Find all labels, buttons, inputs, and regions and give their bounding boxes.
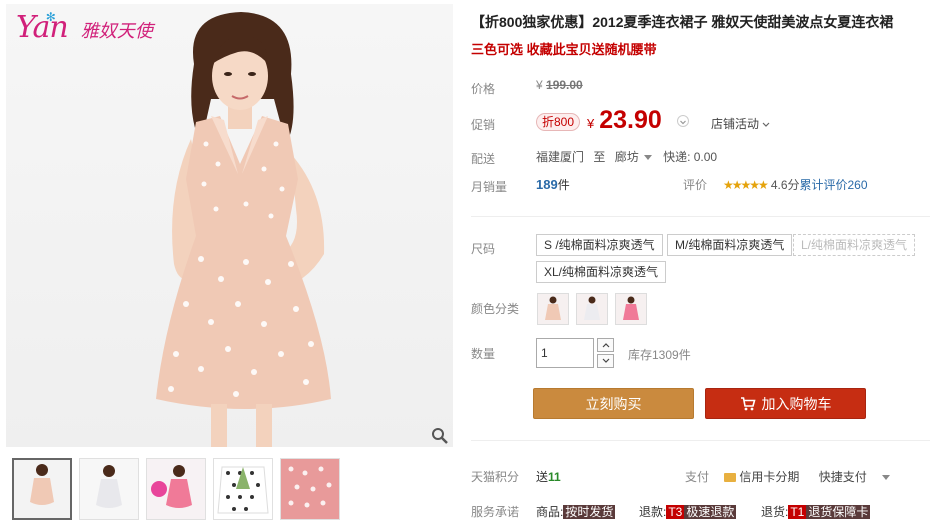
divider xyxy=(471,440,930,441)
product-title: 【折800独家优惠】2012夏季连衣裙子 雅奴天使甜美波点女夏连衣裙 xyxy=(471,14,894,30)
stock-count: 库存1309件 xyxy=(628,348,691,362)
monthly-sales-unit: 件 xyxy=(557,178,570,192)
zoom-magnifier-icon[interactable] xyxy=(431,427,449,445)
payment-options: 支付 信用卡分期 快捷支付 xyxy=(685,468,891,485)
credit-card-icon xyxy=(724,473,737,482)
service-item-delivery[interactable]: 商品: 按时发货 xyxy=(536,503,616,520)
size-option-l: L/纯棉面料凉爽透气 xyxy=(793,234,916,256)
shipping-info: 福建厦门 至 廊坊 快递: 0.00 xyxy=(536,148,717,165)
product-info-panel: 【折800独家优惠】2012夏季连衣裙子 雅奴天使甜美波点女夏连衣裙 三色可选 … xyxy=(471,0,930,527)
service-prefix: 退货: xyxy=(761,505,789,519)
monthly-sales: 189件 xyxy=(536,176,570,193)
points-number: 11 xyxy=(548,470,561,484)
color-swatch-rose[interactable] xyxy=(615,293,647,325)
quantity-input[interactable] xyxy=(536,338,594,368)
service-item-return[interactable]: 退货: T1 退货保障卡 xyxy=(761,503,871,520)
destination-dropdown-icon[interactable] xyxy=(643,154,652,160)
add-to-cart-button[interactable]: 加入购物车 xyxy=(705,388,866,419)
current-price: ¥23.90 xyxy=(587,106,662,135)
shipping-from: 福建厦门 xyxy=(536,150,585,164)
buy-now-button[interactable]: 立刻购买 xyxy=(533,388,694,419)
store-promo-dropdown[interactable]: 店铺活动 xyxy=(711,115,770,132)
store-promo-label: 店铺活动 xyxy=(711,117,760,131)
zhe800-badge: 折800 xyxy=(536,113,581,131)
product-subtitle: 三色可选 收藏此宝贝送随机腰带 xyxy=(471,42,657,57)
credit-installment-label: 信用卡分期 xyxy=(739,470,800,484)
rating-stars-icon: ★★★★★ xyxy=(723,178,769,192)
logo-cn-text: 雅奴天使 xyxy=(80,21,153,41)
size-option-xl[interactable]: XL/纯棉面料凉爽透气 xyxy=(536,261,667,283)
service-prefix: 商品: xyxy=(536,505,564,519)
promo-label: 促销 xyxy=(471,118,496,132)
color-swatch-white[interactable] xyxy=(576,293,608,325)
size-option-m[interactable]: M/纯棉面料凉爽透气 xyxy=(667,234,793,256)
divider xyxy=(471,216,930,217)
original-price-value: 199.00 xyxy=(546,78,583,92)
rating-score: 4.6分 xyxy=(770,178,800,192)
service-tag-code: T3 xyxy=(666,505,685,519)
current-price-currency: ¥ xyxy=(587,116,595,131)
add-to-cart-label: 加入购物车 xyxy=(761,395,832,412)
thumbnail-4[interactable] xyxy=(213,458,273,520)
original-price-currency: ¥ xyxy=(536,78,543,92)
thumbnail-5[interactable] xyxy=(280,458,340,520)
chevron-down-icon xyxy=(762,122,770,127)
quantity-increase-button[interactable] xyxy=(597,338,614,352)
product-gallery: Yan ✻ 雅奴天使 xyxy=(0,0,455,527)
payment-label: 支付 xyxy=(685,470,710,484)
color-label: 颜色分类 xyxy=(471,302,520,316)
size-option-s[interactable]: S /纯棉面料凉爽透气 xyxy=(536,234,663,256)
color-swatch-pink[interactable] xyxy=(537,293,569,325)
shipping-label: 配送 xyxy=(471,152,496,166)
monthly-sales-count: 189 xyxy=(536,177,558,192)
points-label: 天猫积分 xyxy=(471,470,520,484)
fast-pay-link[interactable]: 快捷支付 xyxy=(819,470,867,484)
price-label: 价格 xyxy=(471,82,496,96)
current-price-value: 23.90 xyxy=(599,106,662,134)
shipping-to-word: 至 xyxy=(593,150,606,164)
payment-dropdown-icon[interactable] xyxy=(882,475,891,481)
main-product-image[interactable]: Yan ✻ 雅奴天使 xyxy=(6,4,453,447)
service-tag: 退货保障卡 xyxy=(806,505,871,519)
service-tag: 按时发货 xyxy=(563,505,616,519)
rating-summary: 评价 ★★★★★ 4.6分累计评价260 xyxy=(683,176,868,193)
brand-logo: Yan ✻ 雅奴天使 xyxy=(16,10,153,45)
review-label: 评价 xyxy=(683,178,708,192)
size-label: 尺码 xyxy=(471,242,496,256)
shipping-fee: 快递: 0.00 xyxy=(663,150,718,164)
quantity-decrease-button[interactable] xyxy=(597,354,614,368)
points-value: 送11 xyxy=(536,468,561,485)
service-label: 服务承诺 xyxy=(471,505,520,519)
credit-installment-link[interactable]: 信用卡分期 xyxy=(724,470,799,484)
service-prefix: 退款: xyxy=(639,505,667,519)
service-tag: 极速退款 xyxy=(684,505,737,519)
service-item-refund[interactable]: 退款: T3 极速退款 xyxy=(639,503,737,520)
service-tag-code: T1 xyxy=(788,505,807,519)
cart-icon xyxy=(740,396,756,410)
logo-text: Yan xyxy=(16,10,69,45)
shipping-destination[interactable]: 廊坊 xyxy=(615,150,639,164)
quantity-label: 数量 xyxy=(471,347,496,361)
original-price: ¥ 199.00 xyxy=(536,78,583,92)
thumbnail-1[interactable] xyxy=(12,458,72,520)
price-detail-chevron-icon[interactable] xyxy=(677,115,689,127)
chevron-up-icon xyxy=(602,343,609,348)
model-photo xyxy=(156,12,331,447)
review-count-link[interactable]: 累计评价260 xyxy=(800,178,868,192)
logo-star-icon: ✻ xyxy=(45,10,56,24)
thumbnail-2[interactable] xyxy=(79,458,139,520)
thumbnail-3[interactable] xyxy=(146,458,206,520)
thumbnail-strip xyxy=(12,458,340,520)
points-prefix: 送 xyxy=(536,470,549,484)
chevron-down-icon xyxy=(602,358,609,363)
monthly-sales-label: 月销量 xyxy=(471,180,508,194)
